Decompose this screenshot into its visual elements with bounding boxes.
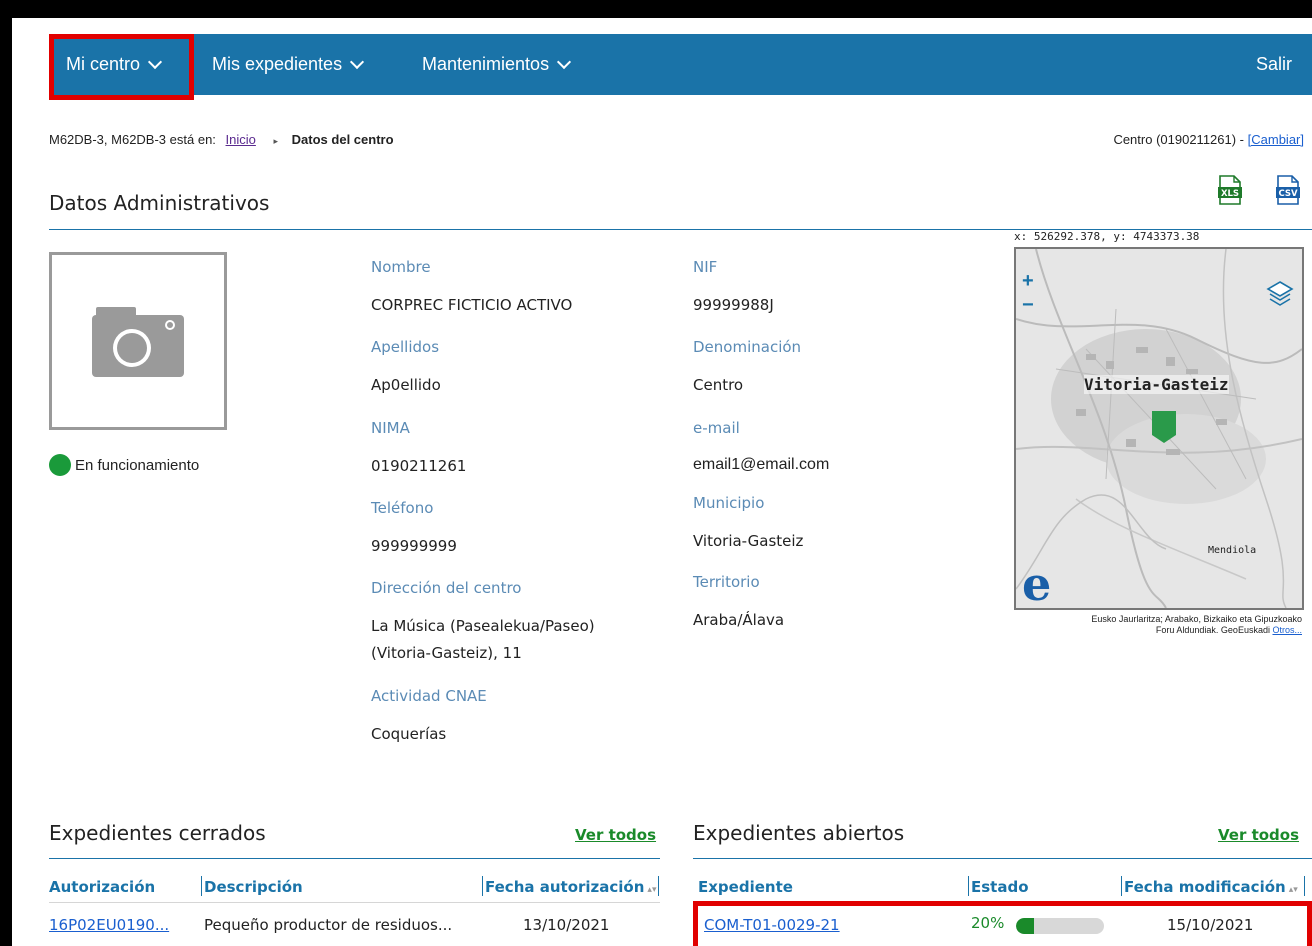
status-badge: En funcionamiento bbox=[49, 454, 199, 476]
value-email: email1@email.com bbox=[693, 456, 830, 473]
section-title-closed: Expedientes cerrados bbox=[49, 821, 266, 845]
map-credit-line2: Foru Aldundiak. GeoEuskadi bbox=[1155, 625, 1270, 635]
value-denominacion: Centro bbox=[693, 376, 744, 394]
csv-icon-text: CSV bbox=[1278, 189, 1298, 199]
map-zoom-out-button[interactable]: − bbox=[1022, 293, 1034, 317]
label-municipio: Municipio bbox=[693, 494, 765, 512]
screen-frame-left bbox=[0, 0, 12, 946]
closed-row-autorizacion-link[interactable]: 16P02EU0190... bbox=[49, 916, 169, 934]
value-nombre: CORPREC FICTICIO ACTIVO bbox=[371, 296, 573, 314]
nav-mis-expedientes[interactable]: Mis expedientes bbox=[212, 34, 365, 95]
label-email: e-mail bbox=[693, 419, 740, 437]
closed-divider bbox=[49, 858, 660, 859]
chevron-down-icon bbox=[350, 54, 365, 69]
label-cnae: Actividad CNAE bbox=[371, 687, 487, 705]
column-separator bbox=[201, 876, 202, 896]
centro-selector: Centro (0190211261) - [Cambiar] bbox=[1113, 132, 1304, 147]
label-territorio: Territorio bbox=[693, 573, 760, 591]
layers-icon[interactable] bbox=[1266, 279, 1294, 307]
breadcrumb-separator-icon: ▸ bbox=[273, 136, 279, 146]
status-dot-icon bbox=[49, 454, 71, 476]
top-nav: Mi centro Mis expedientes Mantenimientos… bbox=[49, 34, 1312, 95]
open-divider bbox=[693, 858, 1312, 859]
map-marker-icon[interactable] bbox=[1152, 411, 1176, 443]
closed-row-fecha: 13/10/2021 bbox=[523, 916, 610, 934]
value-municipio: Vitoria-Gasteiz bbox=[693, 532, 804, 550]
label-nif: NIF bbox=[693, 258, 718, 276]
label-apellidos: Apellidos bbox=[371, 338, 440, 356]
section-title-admin: Datos Administrativos bbox=[49, 191, 270, 215]
label-telefono: Teléfono bbox=[371, 499, 434, 517]
column-separator bbox=[1304, 876, 1305, 896]
label-nombre: Nombre bbox=[371, 258, 431, 276]
value-cnae: Coquerías bbox=[371, 725, 447, 743]
location-map[interactable]: + − Vitoria-Gasteiz Mendiola e bbox=[1014, 247, 1304, 610]
open-header-estado[interactable]: Estado bbox=[971, 878, 1029, 896]
breadcrumb-current: Datos del centro bbox=[291, 132, 394, 147]
status-text: En funcionamiento bbox=[75, 456, 200, 474]
breadcrumb-home-link[interactable]: Inicio bbox=[226, 132, 256, 147]
xls-icon-text: XLS bbox=[1221, 189, 1239, 199]
centro-text: Centro (0190211261) - bbox=[1113, 132, 1245, 147]
camera-icon bbox=[92, 307, 184, 377]
column-separator bbox=[968, 876, 969, 896]
closed-row-descripcion: Pequeño productor de residuos... bbox=[204, 916, 453, 934]
map-zoom-controls: + − bbox=[1022, 269, 1034, 317]
value-territorio: Araba/Álava bbox=[693, 611, 785, 629]
label-denominacion: Denominación bbox=[693, 338, 802, 356]
nav-mantenimientos-label: Mantenimientos bbox=[422, 54, 550, 74]
closed-see-all-link[interactable]: Ver todos bbox=[575, 826, 656, 844]
screen-frame-top bbox=[12, 0, 1312, 18]
map-city-label: Vitoria-Gasteiz bbox=[1084, 375, 1229, 394]
map-district-label: Mendiola bbox=[1208, 545, 1257, 556]
open-header-fecha[interactable]: Fecha modificación ▴▾ bbox=[1124, 878, 1298, 896]
nav-mantenimientos[interactable]: Mantenimientos bbox=[422, 34, 572, 95]
header-rule bbox=[49, 902, 660, 903]
map-attribution: Eusko Jaurlaritza; Arabako, Bizkaiko eta… bbox=[1002, 614, 1302, 636]
column-separator bbox=[658, 876, 659, 896]
breadcrumb-user: M62DB-3, M62DB-3 está en: bbox=[49, 132, 216, 147]
column-separator bbox=[1121, 876, 1122, 896]
center-photo-placeholder bbox=[49, 252, 227, 430]
change-centro-link[interactable]: [Cambiar] bbox=[1248, 132, 1304, 147]
label-nima: NIMA bbox=[371, 419, 410, 437]
closed-header-fecha-label: Fecha autorización bbox=[485, 878, 645, 896]
logout-button[interactable]: Salir bbox=[1256, 34, 1292, 95]
value-apellidos: Ap0ellido bbox=[371, 376, 441, 394]
highlight-box-row bbox=[693, 901, 1312, 946]
map-provider-logo: e bbox=[1022, 557, 1052, 610]
open-see-all-link[interactable]: Ver todos bbox=[1218, 826, 1299, 844]
value-direccion-line1: La Música (Pasealekua/Paseo) bbox=[371, 617, 595, 635]
csv-export-icon[interactable]: CSV bbox=[1276, 175, 1300, 205]
closed-header-descripcion[interactable]: Descripción bbox=[204, 878, 303, 896]
map-credit-more-link[interactable]: Otros... bbox=[1272, 625, 1302, 635]
map-credit-line1: Eusko Jaurlaritza; Arabako, Bizkaiko eta… bbox=[1091, 614, 1302, 624]
section-title-open: Expedientes abiertos bbox=[693, 821, 905, 845]
sort-icon: ▴▾ bbox=[647, 885, 657, 895]
nav-mis-expedientes-label: Mis expedientes bbox=[212, 54, 343, 74]
xls-export-icon[interactable]: XLS bbox=[1218, 175, 1242, 205]
value-direccion-line2: (Vitoria-Gasteiz), 11 bbox=[371, 644, 522, 662]
chevron-down-icon bbox=[557, 54, 572, 69]
open-header-expediente[interactable]: Expediente bbox=[698, 878, 793, 896]
column-separator bbox=[482, 876, 483, 896]
open-header-fecha-label: Fecha modificación bbox=[1124, 878, 1286, 896]
table-row-closed-autorizacion: 16P02EU0190... bbox=[49, 916, 169, 934]
value-telefono: 999999999 bbox=[371, 537, 457, 555]
map-coordinates: x: 526292.378, y: 4743373.38 bbox=[1014, 230, 1200, 243]
value-nima: 0190211261 bbox=[371, 457, 467, 475]
label-direccion: Dirección del centro bbox=[371, 579, 522, 597]
closed-header-fecha[interactable]: Fecha autorización ▴▾ bbox=[485, 878, 656, 896]
value-nif: 99999988J bbox=[693, 296, 774, 314]
highlight-box-nav bbox=[49, 34, 194, 100]
sort-icon: ▴▾ bbox=[1288, 885, 1298, 895]
page: Mi centro Mis expedientes Mantenimientos… bbox=[12, 18, 1312, 946]
map-zoom-in-button[interactable]: + bbox=[1022, 269, 1034, 293]
closed-header-autorizacion[interactable]: Autorización bbox=[49, 878, 155, 896]
breadcrumb: M62DB-3, M62DB-3 está en: Inicio ▸ Datos… bbox=[49, 132, 394, 147]
